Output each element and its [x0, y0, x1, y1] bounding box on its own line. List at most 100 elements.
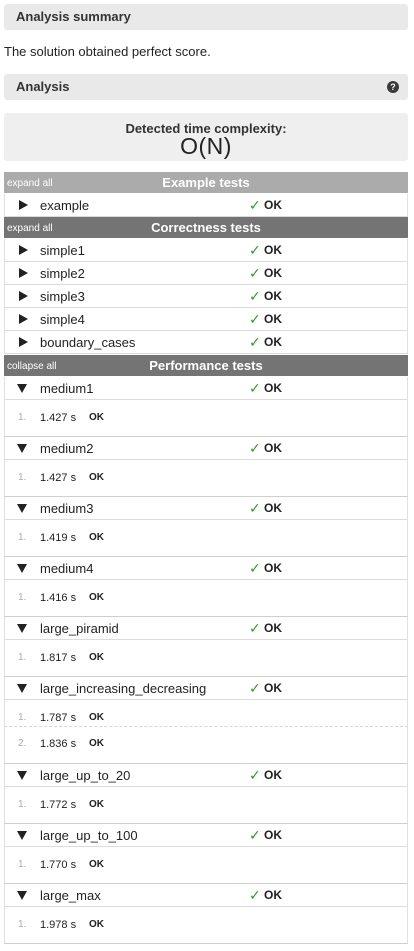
test-row[interactable]: medium1 ✓ OK	[4, 377, 408, 400]
run-time: 1.427 s	[40, 472, 77, 484]
test-row[interactable]: simple3 ✓ OK	[4, 285, 408, 308]
run-time: 1.416 s	[40, 592, 77, 604]
collapse-triangle-icon[interactable]	[17, 564, 27, 573]
checkmark-icon: ✓	[249, 197, 261, 213]
test-row[interactable]: large_piramid ✓ OK	[4, 617, 408, 640]
test-row[interactable]: medium3 ✓ OK	[4, 497, 408, 520]
test-status: OK	[264, 888, 282, 902]
run-number: 1.	[18, 532, 27, 543]
test-run-row: 1. 1.817 s OK	[4, 640, 408, 677]
checkmark-icon: ✓	[249, 242, 261, 258]
run-number: 1.	[18, 799, 27, 810]
run-result: OK	[89, 859, 104, 870]
run-time: 1.772 s	[40, 799, 77, 811]
test-status: OK	[264, 198, 282, 212]
run-result: OK	[89, 738, 104, 749]
test-status: OK	[264, 768, 282, 782]
checkmark-icon: ✓	[249, 887, 261, 903]
collapse-triangle-icon[interactable]	[17, 624, 27, 633]
test-name: large_max	[40, 888, 101, 903]
test-row[interactable]: simple4 ✓ OK	[4, 308, 408, 331]
test-name: simple1	[40, 243, 85, 258]
test-name: example	[40, 198, 90, 213]
expand-triangle-icon[interactable]	[19, 200, 28, 210]
test-status: OK	[264, 681, 282, 695]
checkmark-icon: ✓	[249, 680, 261, 696]
test-row[interactable]: simple1 ✓ OK	[4, 239, 408, 262]
test-status: OK	[264, 441, 282, 455]
test-row[interactable]: large_increasing_decreasing ✓ OK	[4, 677, 408, 700]
test-name: boundary_cases	[40, 335, 136, 350]
checkmark-icon: ✓	[249, 380, 261, 396]
expand-triangle-icon[interactable]	[19, 314, 28, 324]
run-result: OK	[89, 532, 104, 543]
test-status: OK	[264, 289, 282, 303]
test-row[interactable]: large_up_to_100 ✓ OK	[4, 824, 408, 847]
test-run-row: 1. 1.419 s OK	[4, 520, 408, 557]
test-status: OK	[264, 501, 282, 515]
run-result: OK	[89, 472, 104, 483]
test-row[interactable]: boundary_cases ✓ OK	[4, 331, 408, 354]
checkmark-icon: ✓	[249, 288, 261, 304]
test-status: OK	[264, 621, 282, 635]
checkmark-icon: ✓	[249, 311, 261, 327]
collapse-triangle-icon[interactable]	[17, 504, 27, 513]
test-status: OK	[264, 381, 282, 395]
test-row[interactable]: large_max ✓ OK	[4, 884, 408, 907]
test-row[interactable]: simple2 ✓ OK	[4, 262, 408, 285]
test-name: large_up_to_100	[40, 828, 138, 843]
performance-tests-header: collapse all Performance tests	[4, 355, 408, 376]
expand-triangle-icon[interactable]	[19, 268, 28, 278]
time-complexity-box: Detected time complexity: O(N)	[4, 113, 408, 161]
test-name: medium4	[40, 561, 94, 576]
example-expand-all-link[interactable]: expand all	[7, 172, 53, 195]
help-icon[interactable]: ?	[387, 81, 399, 93]
section-title: Example tests	[162, 175, 250, 190]
expand-triangle-icon[interactable]	[19, 291, 28, 301]
expand-triangle-icon[interactable]	[19, 245, 28, 255]
test-name: large_increasing_decreasing	[40, 681, 207, 696]
test-name: medium1	[40, 381, 94, 396]
checkmark-icon: ✓	[249, 265, 261, 281]
run-time: 1.836 s	[40, 738, 77, 750]
test-run-row: 1. 1.427 s OK	[4, 460, 408, 497]
test-name: large_up_to_20	[40, 768, 131, 783]
run-number: 1.	[18, 712, 27, 723]
test-row[interactable]: example ✓ OK	[4, 194, 408, 217]
test-row[interactable]: medium4 ✓ OK	[4, 557, 408, 580]
checkmark-icon: ✓	[249, 500, 261, 516]
test-name: medium2	[40, 441, 94, 456]
test-run-row: 1. 1.787 s OK	[4, 700, 408, 727]
run-number: 1.	[18, 919, 27, 930]
collapse-triangle-icon[interactable]	[17, 684, 27, 693]
expand-triangle-icon[interactable]	[19, 337, 28, 347]
run-result: OK	[89, 919, 104, 930]
correctness-tests-header: expand all Correctness tests	[4, 217, 408, 238]
checkmark-icon: ✓	[249, 334, 261, 350]
summary-text: The solution obtained perfect score.	[4, 44, 211, 59]
analysis-summary-header: Analysis summary	[4, 4, 408, 30]
performance-collapse-all-link[interactable]: collapse all	[7, 355, 56, 378]
run-result: OK	[89, 412, 104, 423]
collapse-triangle-icon[interactable]	[17, 384, 27, 393]
run-number: 1.	[18, 859, 27, 870]
test-run-row: 1. 1.427 s OK	[4, 400, 408, 437]
run-result: OK	[89, 712, 104, 723]
run-time: 1.978 s	[40, 919, 77, 931]
run-number: 1.	[18, 412, 27, 423]
collapse-triangle-icon[interactable]	[17, 891, 27, 900]
collapse-triangle-icon[interactable]	[17, 831, 27, 840]
test-name: simple4	[40, 312, 85, 327]
test-row[interactable]: large_up_to_20 ✓ OK	[4, 764, 408, 787]
correctness-expand-all-link[interactable]: expand all	[7, 217, 53, 240]
section-title: Performance tests	[149, 358, 263, 373]
test-status: OK	[264, 828, 282, 842]
test-run-row: 1. 1.416 s OK	[4, 580, 408, 617]
test-row[interactable]: medium2 ✓ OK	[4, 437, 408, 460]
run-number: 1.	[18, 592, 27, 603]
test-name: large_piramid	[40, 621, 119, 636]
analysis-summary-title: Analysis summary	[16, 9, 131, 24]
collapse-triangle-icon[interactable]	[17, 444, 27, 453]
test-status: OK	[264, 335, 282, 349]
collapse-triangle-icon[interactable]	[17, 771, 27, 780]
